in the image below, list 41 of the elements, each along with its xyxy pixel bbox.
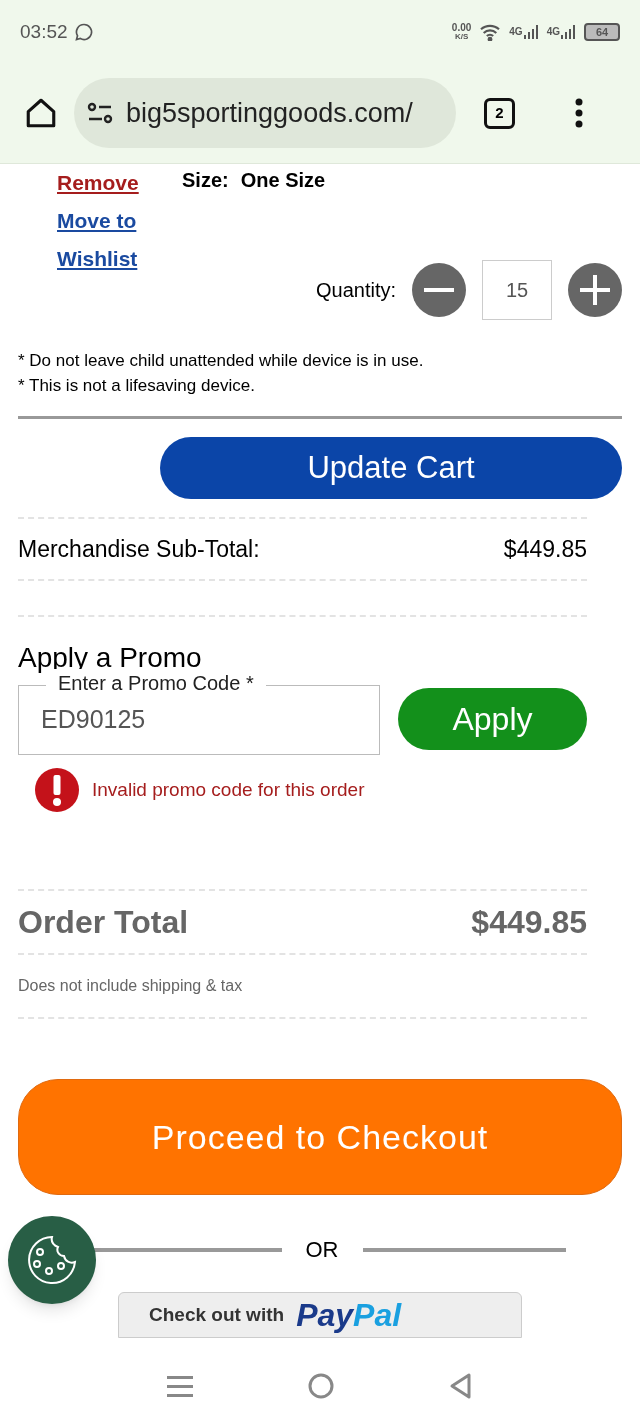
network-type: 4G [546, 25, 560, 39]
apply-button[interactable]: Apply [398, 688, 587, 750]
signal-icon [522, 24, 539, 40]
paypal-button[interactable]: Check out with PayPal [118, 1292, 522, 1338]
error-message: Invalid promo code for this order [92, 777, 365, 802]
signal-icon [560, 24, 576, 40]
chat-icon [73, 22, 94, 42]
note-text: * This is not a lifesaving device. [18, 375, 256, 397]
note-text: * Do not leave child unattended while device is in use. [18, 350, 425, 372]
minus-icon [424, 287, 454, 293]
subtotal-value: $449.85 [503, 534, 587, 564]
shipping-note: Does not include shipping & tax [18, 976, 243, 996]
battery: 64 [584, 23, 620, 41]
network-type: 4G [509, 25, 523, 39]
home-nav-icon[interactable] [308, 1373, 334, 1399]
back-icon[interactable] [448, 1372, 473, 1400]
order-total-value: $449.85 [471, 903, 587, 942]
subtotal-label: Merchandise Sub-Total: [18, 534, 260, 564]
net-unit: K/S [454, 33, 469, 41]
address-bar[interactable]: big5sportinggoods.com/ [74, 78, 456, 148]
update-cart-button[interactable]: Update Cart [160, 437, 622, 499]
link[interactable]: Move to Wishlist [57, 202, 147, 278]
plus-icon [580, 275, 610, 305]
size-value: One Size [240, 168, 326, 193]
link[interactable]: Remove [57, 164, 147, 202]
site-settings-icon [86, 102, 114, 124]
increase-button[interactable] [568, 263, 622, 317]
order-total-label: Order Total [18, 903, 189, 942]
status-time: 03:52 [20, 19, 68, 44]
menu-icon[interactable] [575, 98, 583, 128]
home-icon[interactable] [24, 96, 58, 130]
net-speed: 0.00 [451, 23, 472, 33]
size-label: Size: [182, 168, 229, 193]
recent-apps-icon[interactable] [167, 1373, 194, 1399]
wifi-icon [479, 23, 502, 41]
or-label: OR [305, 1236, 339, 1264]
tab-switcher[interactable]: 2 [484, 97, 515, 129]
decrease-button[interactable] [412, 263, 466, 317]
error-icon [34, 767, 80, 813]
quantity-field[interactable]: 15 [482, 260, 552, 320]
quantity-label: Quantity: [315, 278, 396, 303]
